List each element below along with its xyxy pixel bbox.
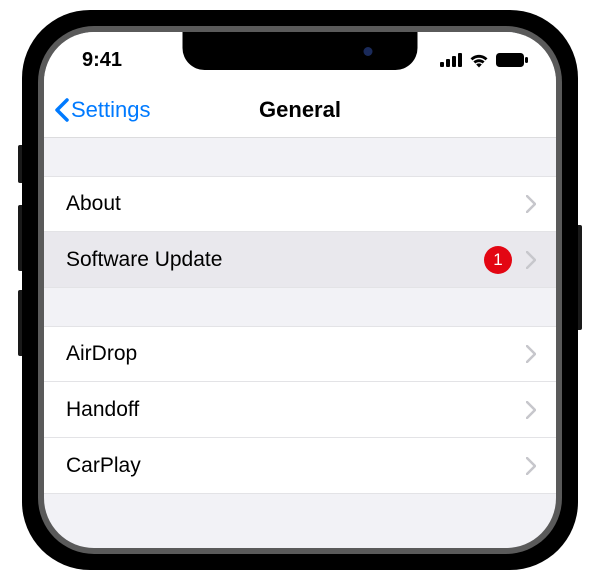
screen: 9:41 Settings General About bbox=[44, 32, 556, 548]
notch bbox=[183, 32, 418, 70]
row-accessory bbox=[526, 345, 536, 363]
row-carplay[interactable]: CarPlay bbox=[44, 438, 556, 494]
mute-switch bbox=[18, 145, 22, 183]
row-label: About bbox=[66, 192, 121, 216]
status-time: 9:41 bbox=[82, 49, 122, 72]
status-icons bbox=[440, 53, 528, 68]
phone-bezel: 9:41 Settings General About bbox=[38, 26, 562, 554]
back-button[interactable]: Settings bbox=[54, 97, 151, 123]
wifi-icon bbox=[468, 53, 490, 68]
front-camera-icon bbox=[364, 47, 373, 56]
chevron-right-icon bbox=[526, 251, 536, 269]
content[interactable]: About Software Update 1 bbox=[44, 176, 556, 494]
chevron-left-icon bbox=[54, 98, 69, 122]
row-accessory bbox=[526, 457, 536, 475]
settings-group: About Software Update 1 bbox=[44, 176, 556, 288]
chevron-right-icon bbox=[526, 345, 536, 363]
cellular-icon bbox=[440, 53, 462, 67]
row-software-update[interactable]: Software Update 1 bbox=[44, 232, 556, 288]
row-handoff[interactable]: Handoff bbox=[44, 382, 556, 438]
row-accessory bbox=[526, 401, 536, 419]
settings-group: AirDrop Handoff CarPlay bbox=[44, 326, 556, 494]
chevron-right-icon bbox=[526, 195, 536, 213]
row-airdrop[interactable]: AirDrop bbox=[44, 326, 556, 382]
back-label: Settings bbox=[71, 97, 151, 123]
row-label: Software Update bbox=[66, 248, 222, 272]
row-label: CarPlay bbox=[66, 454, 141, 478]
volume-up-button bbox=[18, 205, 22, 271]
chevron-right-icon bbox=[526, 457, 536, 475]
power-button bbox=[578, 225, 582, 330]
row-accessory: 1 bbox=[484, 246, 536, 274]
battery-icon bbox=[496, 53, 528, 67]
chevron-right-icon bbox=[526, 401, 536, 419]
row-label: Handoff bbox=[66, 398, 139, 422]
volume-down-button bbox=[18, 290, 22, 356]
row-accessory bbox=[526, 195, 536, 213]
phone-frame: 9:41 Settings General About bbox=[22, 10, 578, 570]
page-title: General bbox=[259, 97, 341, 123]
notification-badge: 1 bbox=[484, 246, 512, 274]
row-label: AirDrop bbox=[66, 342, 137, 366]
nav-bar: Settings General bbox=[44, 82, 556, 138]
row-about[interactable]: About bbox=[44, 176, 556, 232]
